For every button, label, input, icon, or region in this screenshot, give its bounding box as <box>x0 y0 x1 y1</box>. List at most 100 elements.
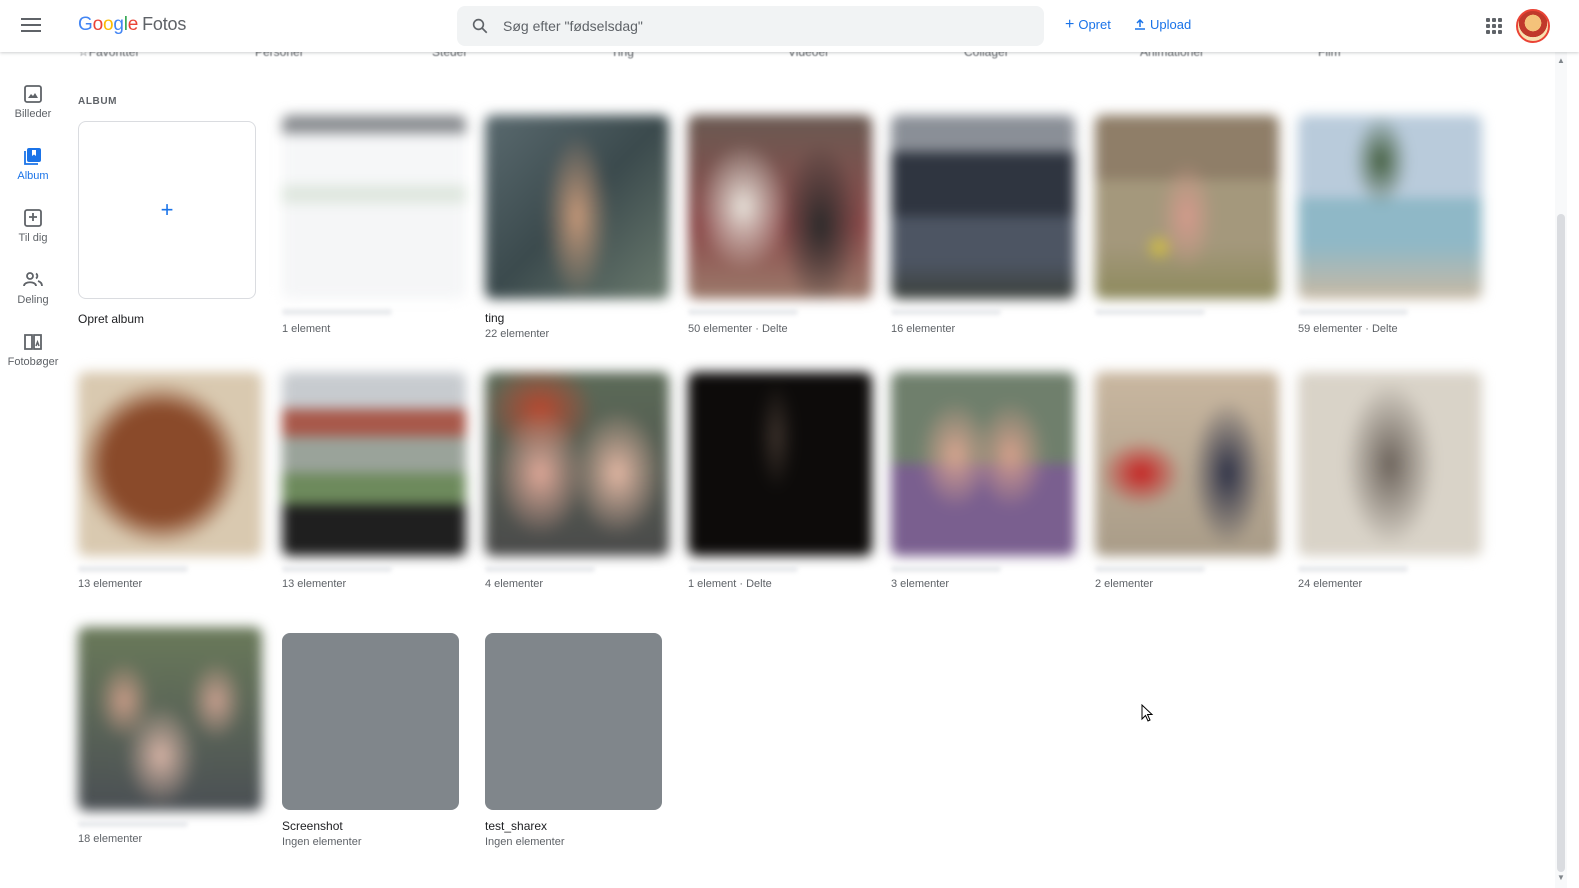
google-photos-logo[interactable]: Google Fotos <box>78 14 186 36</box>
photobook-icon <box>24 334 42 350</box>
album-cover[interactable] <box>78 627 262 811</box>
album-cover[interactable] <box>78 372 262 556</box>
sidebar-label: Deling <box>17 294 49 306</box>
top-bar: GoogleFotos + Opret Upload <box>0 0 1579 52</box>
logo-product: Fotos <box>142 14 187 34</box>
album-card[interactable]: 3 elementer <box>891 372 1075 590</box>
album-card[interactable]: 59 elementer · Delte <box>1298 115 1482 335</box>
album-count: 59 elementer · Delte <box>1298 323 1398 335</box>
upload-label: Upload <box>1150 17 1192 32</box>
album-title-blurred <box>78 566 188 572</box>
album-count: 1 element · Delte <box>688 578 772 590</box>
album-title: Screenshot <box>282 819 343 833</box>
album-count: 24 elementer <box>1298 578 1363 590</box>
album-card[interactable] <box>1095 115 1279 323</box>
create-label: Opret <box>1078 17 1111 32</box>
album-title-blurred <box>1298 309 1408 315</box>
album-count: 4 elementer <box>485 578 544 590</box>
album-count: 22 elementer <box>485 328 550 340</box>
sharing-icon <box>23 272 43 287</box>
album-cover[interactable] <box>1095 372 1279 556</box>
create-album-card[interactable]: + Opret album <box>78 121 262 327</box>
album-title: ting <box>485 311 505 325</box>
logo-google: Google <box>78 14 139 35</box>
album-cover-empty[interactable] <box>282 633 459 810</box>
search-icon[interactable] <box>471 17 489 35</box>
sidebar-item-photos[interactable]: Billeder <box>0 84 66 140</box>
album-count: 18 elementer <box>78 833 143 845</box>
sidebar-item-album[interactable]: Album <box>0 146 66 202</box>
album-card[interactable]: 2 elementer <box>1095 372 1279 590</box>
album-count: 13 elementer <box>282 578 347 590</box>
album-count: Ingen elementer <box>485 836 565 848</box>
create-button[interactable]: + Opret <box>1065 16 1111 33</box>
album-title-blurred <box>891 309 1001 315</box>
album-title-blurred <box>282 309 392 315</box>
create-album-label: Opret album <box>78 312 145 326</box>
search-input[interactable] <box>503 14 1023 38</box>
sidebar-label: Fotobøger <box>7 356 59 368</box>
album-card[interactable]: 24 elementer <box>1298 372 1482 590</box>
album-count: 2 elementer <box>1095 578 1154 590</box>
album-title-blurred <box>78 821 188 827</box>
album-title-blurred <box>1095 309 1205 315</box>
for-you-icon <box>24 209 42 227</box>
album-cover[interactable] <box>891 115 1075 299</box>
album-title-blurred <box>688 309 798 315</box>
album-card[interactable]: Screenshot Ingen elementer <box>282 633 466 848</box>
album-count: 1 element <box>282 323 331 335</box>
album-cover[interactable] <box>1298 372 1482 556</box>
album-cover[interactable] <box>688 115 872 299</box>
album-title-blurred <box>485 566 595 572</box>
upload-icon <box>1135 18 1145 30</box>
sidebar-item-for-you[interactable]: Til dig <box>0 208 66 264</box>
album-card[interactable]: 18 elementer <box>78 627 262 845</box>
album-cover[interactable] <box>282 372 466 556</box>
main-menu-icon[interactable] <box>18 14 44 38</box>
apps-grid-icon[interactable] <box>1486 18 1502 34</box>
album-card[interactable]: ting 22 elementer <box>485 115 669 340</box>
album-title-blurred <box>688 566 798 572</box>
create-album-tile[interactable]: + <box>78 121 256 299</box>
album-card[interactable]: 1 element <box>282 115 466 335</box>
plus-icon: + <box>1065 16 1075 33</box>
album-card[interactable]: 4 elementer <box>485 372 669 590</box>
sidebar-label: Album <box>17 170 49 182</box>
scroll-down-icon[interactable]: ▼ <box>1557 873 1565 882</box>
section-heading: ALBUM <box>78 96 118 107</box>
album-card[interactable]: 50 elementer · Delte <box>688 115 872 335</box>
album-cover[interactable] <box>891 372 1075 556</box>
album-cover[interactable] <box>1298 115 1482 299</box>
album-title-blurred <box>891 566 1001 572</box>
plus-icon: + <box>160 197 174 222</box>
scroll-up-icon[interactable]: ▲ <box>1557 56 1565 65</box>
album-cover-empty[interactable] <box>485 633 662 810</box>
album-icon <box>24 148 41 165</box>
album-cover[interactable] <box>688 372 872 556</box>
album-count: 13 elementer <box>78 578 143 590</box>
album-card[interactable]: 1 element · Delte <box>688 372 872 590</box>
sidebar-item-photobooks[interactable]: Fotobøger <box>0 332 66 388</box>
photo-icon <box>24 85 42 103</box>
album-cover[interactable] <box>282 115 466 299</box>
search-bar[interactable] <box>457 6 1044 46</box>
album-card[interactable]: 16 elementer <box>891 115 1075 335</box>
avatar[interactable] <box>1516 9 1550 43</box>
sidebar-item-sharing[interactable]: Deling <box>0 270 66 326</box>
upload-button[interactable]: Upload <box>1134 17 1191 32</box>
album-card[interactable]: test_sharex Ingen elementer <box>485 633 669 848</box>
mouse-cursor-icon <box>1141 704 1154 722</box>
album-title-blurred <box>282 566 392 572</box>
sidebar-label: Billeder <box>14 108 52 120</box>
album-cover[interactable] <box>485 115 669 299</box>
album-cover[interactable] <box>1095 115 1279 299</box>
vertical-scrollbar[interactable]: ▲ ▼ <box>1555 52 1567 888</box>
album-card[interactable]: 13 elementer <box>78 372 262 590</box>
album-count: 3 elementer <box>891 578 950 590</box>
album-title: test_sharex <box>485 819 548 833</box>
album-cover[interactable] <box>485 372 669 556</box>
album-card[interactable]: 13 elementer <box>282 372 466 590</box>
album-count: 50 elementer · Delte <box>688 323 788 335</box>
scrollbar-thumb[interactable] <box>1557 214 1565 872</box>
album-title-blurred <box>1298 566 1408 572</box>
